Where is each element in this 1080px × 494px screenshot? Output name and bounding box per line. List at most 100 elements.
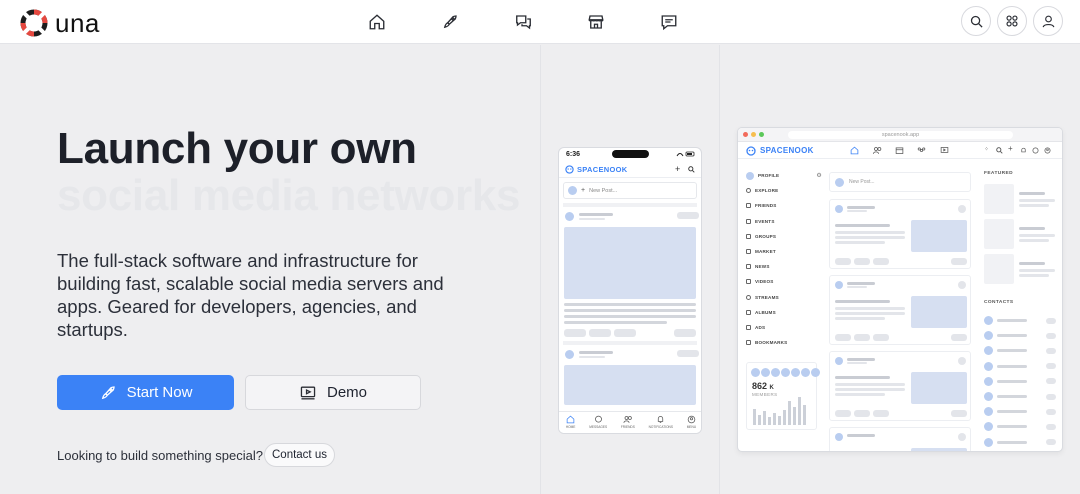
featured-thumb[interactable] xyxy=(984,219,1014,249)
search-icon[interactable] xyxy=(996,147,1003,154)
share-button[interactable] xyxy=(614,329,636,337)
plus-icon[interactable]: + xyxy=(1008,144,1013,153)
start-now-button[interactable]: Start Now xyxy=(57,375,234,410)
members-widget: 862 K MEMBERS xyxy=(746,362,820,430)
text-placeholder xyxy=(835,383,905,386)
contact-row[interactable] xyxy=(984,328,1056,343)
sidebar-item-ads[interactable]: ADS xyxy=(738,320,822,335)
account-button[interactable] xyxy=(1033,6,1063,36)
sidebar-item-profile[interactable]: PROFILE ⚙ xyxy=(738,168,822,183)
text-placeholder xyxy=(997,334,1027,338)
tab-notifications[interactable]: NOTIFICATIONS xyxy=(649,415,673,429)
sidebar-item-market[interactable]: MARKET xyxy=(738,244,822,259)
sidebar-item-label: FRIENDS xyxy=(755,203,777,209)
nav-store-button[interactable] xyxy=(574,6,618,38)
friends-icon[interactable] xyxy=(872,146,883,155)
search-icon[interactable] xyxy=(688,166,695,173)
share-button[interactable] xyxy=(873,258,889,265)
bell-icon[interactable] xyxy=(1020,147,1027,154)
contact-row[interactable] xyxy=(984,374,1056,389)
featured-thumb[interactable] xyxy=(984,184,1014,214)
more-icon[interactable] xyxy=(958,205,966,213)
sidebar-item-events[interactable]: EVENTS xyxy=(738,214,822,229)
chat-icon xyxy=(594,415,602,423)
contact-row[interactable] xyxy=(984,359,1056,374)
like-button[interactable] xyxy=(835,258,851,265)
sidebar-item-groups[interactable]: GROUPS xyxy=(738,229,822,244)
more-button[interactable] xyxy=(951,258,967,265)
video-icon xyxy=(300,386,316,399)
contact-row[interactable] xyxy=(984,419,1056,434)
tab-home[interactable]: HOME xyxy=(566,415,575,429)
contact-row[interactable] xyxy=(984,343,1056,358)
more-button[interactable] xyxy=(951,334,967,341)
like-button[interactable] xyxy=(835,410,851,417)
user-circle-icon[interactable] xyxy=(1044,147,1051,154)
chart-bar xyxy=(803,405,806,425)
members-count: 862 K xyxy=(752,381,774,391)
nav-home-button[interactable] xyxy=(355,6,399,38)
plus-icon[interactable]: + xyxy=(675,164,680,174)
gear-icon[interactable]: ⚙ xyxy=(816,172,822,179)
avatar xyxy=(984,422,993,432)
contact-us-button[interactable]: Contact us xyxy=(264,443,335,467)
groups-icon[interactable] xyxy=(916,146,927,155)
chart-bar xyxy=(773,413,776,425)
post-image-placeholder xyxy=(911,296,967,328)
share-button[interactable] xyxy=(873,334,889,341)
nav-launch-button[interactable] xyxy=(428,6,472,38)
sidebar-item-albums[interactable]: ALBUMS xyxy=(738,305,822,320)
sidebar-item-friends[interactable]: FRIENDS xyxy=(738,198,822,213)
comment-button[interactable] xyxy=(854,258,870,265)
search-button[interactable] xyxy=(961,6,991,36)
apps-icon[interactable]: ⁘ xyxy=(984,146,989,153)
comment-button[interactable] xyxy=(589,329,611,337)
more-button[interactable] xyxy=(951,410,967,417)
contact-row[interactable] xyxy=(984,404,1056,419)
contact-row[interactable] xyxy=(984,313,1056,328)
store-icon[interactable] xyxy=(895,146,904,155)
contact-row[interactable] xyxy=(984,435,1056,450)
avatar xyxy=(801,368,810,377)
avatar xyxy=(835,433,843,441)
comment-button[interactable] xyxy=(854,410,870,417)
text-placeholder xyxy=(1019,227,1045,230)
home-icon[interactable] xyxy=(850,146,859,155)
apps-button[interactable] xyxy=(997,6,1027,36)
battery-icon xyxy=(676,151,695,157)
comment-button[interactable] xyxy=(854,334,870,341)
avatar xyxy=(835,281,843,289)
chat-icon[interactable] xyxy=(1032,147,1039,154)
sidebar-item-label: STREAMS xyxy=(755,294,779,300)
more-button[interactable] xyxy=(674,329,696,337)
una-logo[interactable]: una xyxy=(19,8,100,38)
members-suffix: K xyxy=(769,385,774,391)
contacts-heading: CONTACTS xyxy=(984,300,1014,305)
more-icon[interactable] xyxy=(958,357,966,365)
like-button[interactable] xyxy=(835,334,851,341)
contact-row[interactable] xyxy=(984,389,1056,404)
tab-messages[interactable]: MESSAGES xyxy=(589,415,607,429)
tab-friends[interactable]: FRIENDS xyxy=(621,415,635,429)
more-icon[interactable] xyxy=(958,433,966,441)
tab-label: FRIENDS xyxy=(620,425,635,429)
sidebar-item-explore[interactable]: EXPLORE xyxy=(738,183,822,198)
sidebar-item-streams[interactable]: STREAMS xyxy=(738,290,822,305)
desktop-new-post[interactable]: New Post... xyxy=(829,172,971,192)
tab-menu[interactable]: MENU xyxy=(687,415,696,429)
share-button[interactable] xyxy=(873,410,889,417)
like-button[interactable] xyxy=(564,329,586,337)
sidebar-item-bookmarks[interactable]: BOOKMARKS xyxy=(738,335,822,350)
phone-new-post[interactable]: + New Post... xyxy=(563,182,697,199)
demo-button[interactable]: Demo xyxy=(245,375,421,410)
sidebar-item-videos[interactable]: VIDEOS xyxy=(738,274,822,289)
featured-thumb[interactable] xyxy=(984,254,1014,284)
nav-messages-button[interactable] xyxy=(647,6,691,38)
sidebar-item-news[interactable]: NEWS xyxy=(738,259,822,274)
text-placeholder xyxy=(835,300,890,303)
tab-label: MENU xyxy=(686,425,697,429)
members-mini-chart xyxy=(753,395,806,425)
nav-discussions-button[interactable] xyxy=(501,6,545,38)
video-icon[interactable] xyxy=(940,146,949,155)
more-icon[interactable] xyxy=(958,281,966,289)
